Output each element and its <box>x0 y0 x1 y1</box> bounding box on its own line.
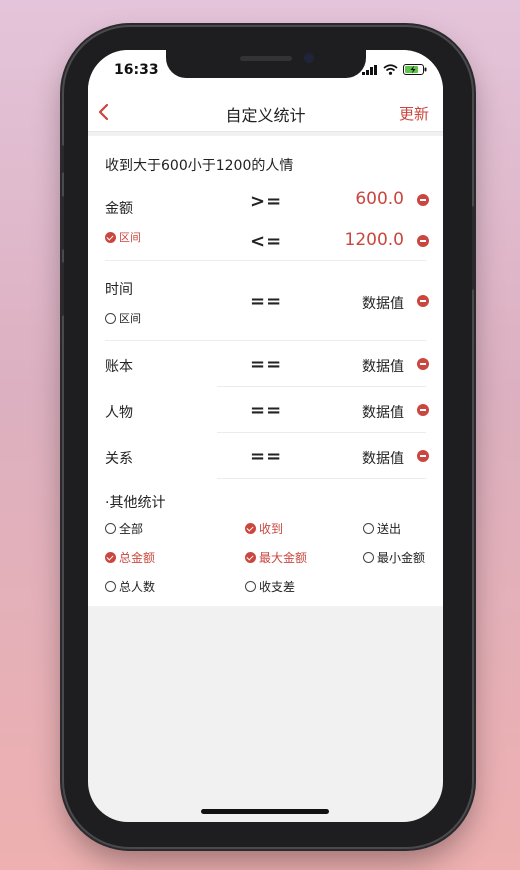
amount-min-operator[interactable]: >= <box>250 191 282 212</box>
checkbox-checked-icon <box>105 552 116 563</box>
home-indicator[interactable] <box>201 809 329 814</box>
amount-min-value[interactable]: 600.0 <box>355 189 404 209</box>
remove-icon[interactable] <box>417 194 429 206</box>
divider <box>105 260 426 261</box>
other-stats-title: ·其他统计 <box>105 495 166 511</box>
nav-bar: 自定义统计 更新 <box>88 92 443 132</box>
notch <box>166 50 366 78</box>
amount-range-label: 区间 <box>119 231 141 244</box>
status-icons <box>362 64 427 75</box>
amount-label: 金额 <box>105 201 133 217</box>
wifi-icon <box>383 64 398 75</box>
option-total-amount[interactable]: 总金额 <box>105 549 155 566</box>
amount-max-value[interactable]: 1200.0 <box>345 230 404 250</box>
phone-screen: 16:33 自定义统计 更新 收到大于600小于1200的人情 金额 区间 >=… <box>88 50 443 822</box>
book-label: 账本 <box>105 359 133 375</box>
option-all[interactable]: 全部 <box>105 520 143 537</box>
option-label: 最小金额 <box>377 551 426 565</box>
option-label: 最大金额 <box>259 551 308 565</box>
checkbox-checked-icon <box>105 231 116 243</box>
amount-max-operator[interactable]: <= <box>250 231 282 252</box>
update-button[interactable]: 更新 <box>399 103 429 124</box>
option-label: 总人数 <box>119 580 156 594</box>
front-camera <box>304 53 314 63</box>
time-range-label: 区间 <box>119 312 141 325</box>
book-value[interactable]: 数据值 <box>362 356 404 376</box>
book-operator[interactable]: == <box>250 354 282 375</box>
option-sent[interactable]: 送出 <box>363 520 401 537</box>
remove-icon[interactable] <box>417 295 429 307</box>
checkbox-checked-icon <box>245 552 256 563</box>
option-label: 全部 <box>119 522 144 536</box>
status-time: 16:33 <box>114 62 159 78</box>
option-balance[interactable]: 收支差 <box>245 578 295 595</box>
option-label: 收支差 <box>259 580 296 594</box>
volume-up-button <box>60 196 64 250</box>
remove-icon[interactable] <box>417 404 429 416</box>
volume-down-button <box>60 262 64 316</box>
radio-unchecked-icon <box>105 312 116 324</box>
amount-range-option[interactable]: 区间 <box>105 229 141 245</box>
option-label: 送出 <box>377 522 402 536</box>
remove-icon[interactable] <box>417 358 429 370</box>
speaker <box>240 56 292 61</box>
radio-unchecked-icon <box>105 523 116 534</box>
relation-value[interactable]: 数据值 <box>362 448 404 468</box>
time-operator[interactable]: == <box>250 291 282 312</box>
power-button <box>472 206 476 290</box>
page-title: 自定义统计 <box>225 106 306 125</box>
radio-unchecked-icon <box>105 581 116 592</box>
relation-label: 关系 <box>105 451 133 467</box>
battery-charging-icon <box>403 64 427 75</box>
time-label: 时间 <box>105 282 133 298</box>
divider <box>217 386 426 387</box>
divider <box>217 432 426 433</box>
remove-icon[interactable] <box>417 235 429 247</box>
signal-icon <box>362 64 377 75</box>
person-operator[interactable]: == <box>250 400 282 421</box>
option-label: 收到 <box>259 522 284 536</box>
time-value[interactable]: 数据值 <box>362 293 404 313</box>
option-min-amount[interactable]: 最小金额 <box>363 549 425 566</box>
summary-text: 收到大于600小于1200的人情 <box>105 158 294 174</box>
stats-card: 收到大于600小于1200的人情 金额 区间 >= 600.0 <= 1200.… <box>88 136 443 606</box>
radio-unchecked-icon <box>245 581 256 592</box>
option-total-people[interactable]: 总人数 <box>105 578 155 595</box>
option-label: 总金额 <box>119 551 156 565</box>
divider <box>217 478 426 479</box>
person-value[interactable]: 数据值 <box>362 402 404 422</box>
option-max-amount[interactable]: 最大金额 <box>245 549 307 566</box>
radio-unchecked-icon <box>363 552 374 563</box>
mute-switch <box>60 145 64 173</box>
divider <box>105 340 426 341</box>
option-received[interactable]: 收到 <box>245 520 283 537</box>
remove-icon[interactable] <box>417 450 429 462</box>
person-label: 人物 <box>105 405 133 421</box>
time-range-option[interactable]: 区间 <box>105 310 141 326</box>
radio-unchecked-icon <box>363 523 374 534</box>
relation-operator[interactable]: == <box>250 446 282 467</box>
checkbox-checked-icon <box>245 523 256 534</box>
